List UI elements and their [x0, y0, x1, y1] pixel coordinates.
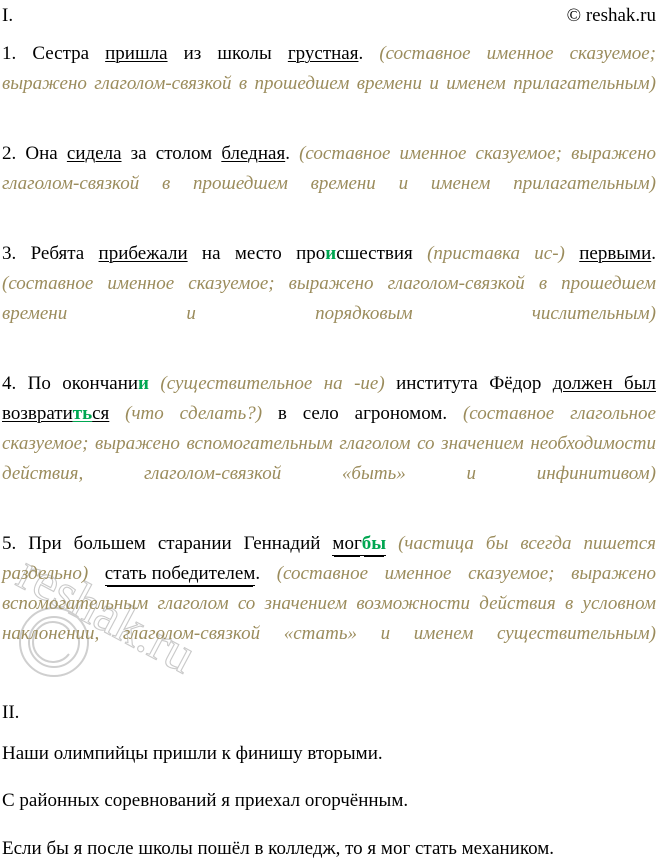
- text-run: [386, 533, 398, 554]
- analysis-sentence: 4. По окончании (существительное на -ие)…: [2, 369, 656, 519]
- section-one-body: 1. Сестра пришла из школы грустная. (сос…: [2, 39, 656, 679]
- sentence-number: 2.: [2, 142, 26, 164]
- document-page: I. © reshak.ru 1. Сестра пришла из школы…: [0, 0, 658, 862]
- section-two-body: Наши олимпийцы пришли к финишу вторыми. С…: [2, 740, 656, 862]
- sentence-number: 3.: [2, 242, 31, 264]
- underlined-word: пришла: [105, 42, 168, 64]
- analysis-sentence: 2. Она сидела за столом бледная. (состав…: [2, 139, 656, 229]
- highlighted-letters: и: [138, 372, 149, 394]
- text-run: [109, 403, 125, 424]
- analysis-sentence: 1. Сестра пришла из школы грустная. (сос…: [2, 39, 656, 129]
- underlined-word: сидела: [66, 142, 122, 164]
- sentence-number: 4.: [2, 372, 28, 394]
- text-run: .: [358, 42, 380, 64]
- text-run: Сестра: [32, 42, 106, 64]
- text-run: сшествия: [336, 242, 428, 264]
- text-run: института Фёдор: [396, 372, 553, 394]
- analysis-sentence: 5. При большем старании Геннадий мог бы …: [2, 529, 656, 679]
- highlighted-underlined-letters: ть: [72, 402, 93, 424]
- underlined-word: грустная: [287, 42, 359, 64]
- practice-sentence: Наши олимпийцы пришли к финишу вторыми.: [2, 742, 383, 764]
- text-run: Она: [25, 142, 67, 164]
- highlighted-double-underlined-word: бы: [361, 532, 387, 556]
- double-underlined-word: стать победителем: [104, 563, 256, 586]
- grammar-note: (что сделать?): [125, 402, 278, 424]
- underlined-word: первыми: [579, 242, 652, 264]
- grammar-note: (приставка ис-): [427, 242, 580, 264]
- analysis-sentence: 3. Ребята прибежали на место происшестви…: [2, 239, 656, 359]
- text-run: .: [285, 142, 300, 164]
- practice-sentence: Если бы я после школы пошёл в колледж, т…: [2, 837, 555, 859]
- page-header: I. © reshak.ru: [2, 4, 656, 28]
- sentence-number: 5.: [2, 532, 29, 554]
- text-run: По окончани: [27, 372, 139, 394]
- text-run: [149, 373, 160, 394]
- grammar-note: (составное именное сказуемое; выражено г…: [2, 272, 656, 324]
- sentence-number: 1.: [2, 42, 33, 64]
- section-two-label: II.: [2, 702, 20, 724]
- double-underlined-word: мог: [332, 532, 362, 556]
- text-run: .: [651, 242, 656, 264]
- text-run: При большем старании Геннадий: [28, 532, 333, 554]
- practice-sentence: С районных соревнований я приехал огорчё…: [2, 790, 409, 812]
- text-run: из школы: [167, 42, 288, 64]
- text-run: в село агрономом.: [277, 402, 463, 424]
- highlighted-letters: и: [325, 242, 337, 264]
- grammar-note: (существительное на -ие): [160, 372, 397, 394]
- underlined-word: бледная: [221, 142, 286, 164]
- text-run: на место про: [187, 242, 326, 264]
- underlined-word: ся: [92, 402, 110, 424]
- text-run: Ребята: [30, 242, 99, 264]
- text-run: .: [255, 563, 277, 584]
- text-run: за столом: [121, 142, 222, 164]
- underlined-word: прибежали: [98, 242, 188, 264]
- copyright-notice: © reshak.ru: [566, 5, 656, 26]
- section-one-label: I.: [2, 5, 14, 26]
